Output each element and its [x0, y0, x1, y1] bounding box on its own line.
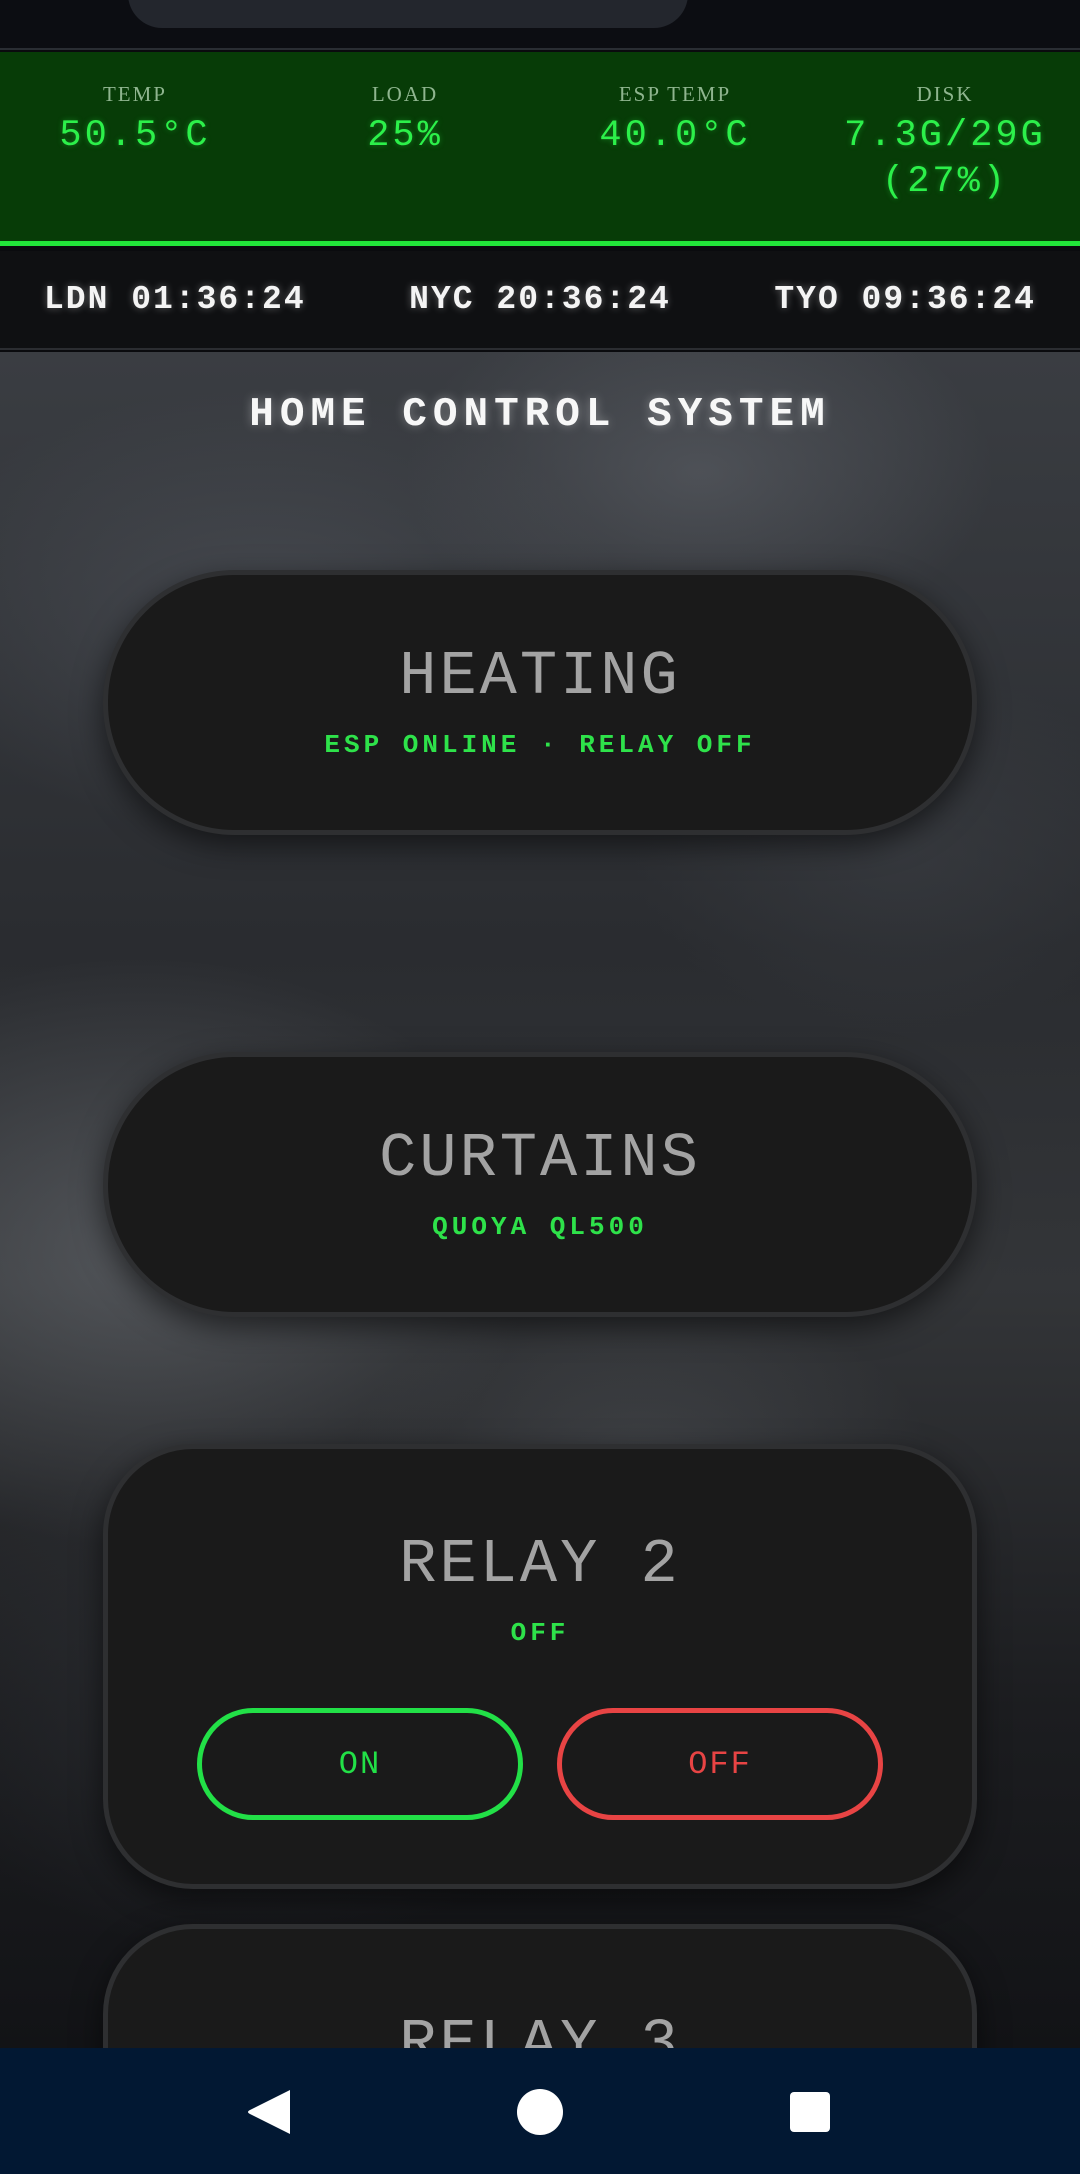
heating-card[interactable]: HEATING ESP ONLINE · RELAY OFF: [103, 570, 977, 835]
page-title: HOME CONTROL SYSTEM: [249, 392, 831, 438]
back-triangle-icon[interactable]: [244, 2086, 296, 2138]
relay-3-title: RELAY 3: [399, 2009, 681, 2048]
stat-esp-temp-value: 40.0°C: [599, 115, 751, 157]
curtains-card[interactable]: CURTAINS QUOYA QL500: [103, 1052, 977, 1317]
stat-disk-label: DISK: [916, 82, 974, 106]
stat-load-value: 25%: [367, 115, 443, 157]
relay-2-status: OFF: [510, 1618, 570, 1648]
stat-esp-temp: ESP TEMP 40.0°C: [540, 52, 810, 241]
clock-tokyo: TYO 09:36:24: [774, 281, 1036, 318]
heating-title: HEATING: [399, 641, 681, 712]
relay-2-off-button[interactable]: OFF: [557, 1708, 883, 1820]
stat-temp: TEMP 50.5°C: [0, 52, 270, 241]
curtains-title: CURTAINS: [379, 1123, 701, 1194]
main-content[interactable]: HOME CONTROL SYSTEM HEATING ESP ONLINE ·…: [0, 352, 1080, 2048]
relay-2-on-button[interactable]: ON: [197, 1708, 523, 1820]
android-nav-bar: [0, 2048, 1080, 2174]
relay-2-card: RELAY 2 OFF ON OFF: [103, 1444, 977, 1889]
scrolled-input-pill[interactable]: [128, 0, 688, 28]
relay-2-buttons: ON OFF: [108, 1708, 972, 1820]
relay-3-card: RELAY 3: [103, 1924, 977, 2048]
home-circle-icon[interactable]: [514, 2086, 566, 2138]
clock-london: LDN 01:36:24: [44, 281, 306, 318]
stat-esp-temp-label: ESP TEMP: [618, 82, 732, 106]
world-clock-bar: LDN 01:36:24 NYC 20:36:24 TYO 09:36:24: [0, 251, 1080, 350]
heating-status: ESP ONLINE · RELAY OFF: [324, 730, 756, 760]
top-strip: [0, 0, 1080, 50]
stat-temp-label: TEMP: [102, 82, 167, 106]
stat-disk: DISK 7.3G/29G (27%): [810, 52, 1080, 241]
stat-load: LOAD 25%: [270, 52, 540, 241]
relay-2-title: RELAY 2: [399, 1529, 681, 1600]
clock-new-york: NYC 20:36:24: [409, 281, 671, 318]
stat-disk-value: 7.3G/29G (27%): [844, 115, 1046, 203]
stat-load-label: LOAD: [371, 82, 439, 106]
recents-square-icon[interactable]: [784, 2086, 836, 2138]
stat-temp-value: 50.5°C: [59, 115, 211, 157]
curtains-model: QUOYA QL500: [432, 1212, 648, 1242]
system-stats-bar: TEMP 50.5°C LOAD 25% ESP TEMP 40.0°C DIS…: [0, 52, 1080, 246]
